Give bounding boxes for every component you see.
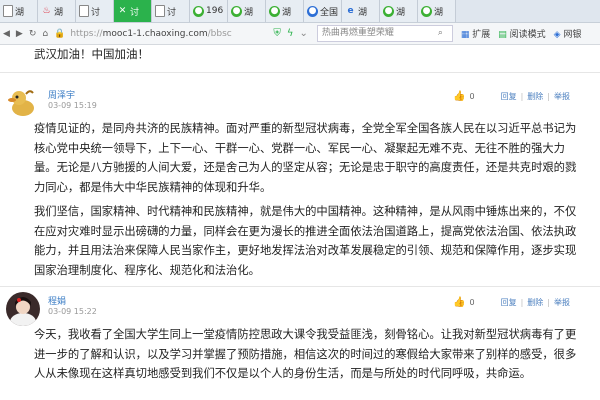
home-icon[interactable]: ⌂: [42, 29, 48, 39]
action-separator: |: [520, 298, 524, 307]
post-paragraph: 疫情见证的，是同舟共济的民族精神。面对严重的新型冠状病毒，全党全军全国各族人民在…: [34, 122, 577, 194]
action-separator: |: [547, 92, 550, 101]
extension-label: 扩展: [472, 30, 491, 40]
tab-label: 讨: [91, 7, 101, 18]
reader-mode-label: 阅读模式: [509, 30, 546, 40]
wx-tab-icon: ●: [269, 5, 280, 17]
post-paragraph: 今天，我收看了全国大学生同上一堂疫情防控思政大课令我受益匪浅，刻骨铭心。让我对新…: [34, 328, 577, 380]
browser-tab[interactable]: ● 湖: [380, 0, 418, 22]
like-icon[interactable]: 👍: [453, 91, 465, 102]
post-date: 03-09 15:22: [48, 307, 97, 316]
netbank-icon: ◈: [553, 30, 561, 40]
avatar[interactable]: [6, 86, 40, 120]
tab-label: 湖: [244, 7, 254, 18]
browser-tab-strip: 湖 ♨ 湖讨 ✕ 讨讨 ● 196 ● 湖 ● 湖 ● 全国 e 湖 ● 湖 ● 湖: [0, 0, 600, 23]
duck-avatar-icon: [6, 86, 40, 120]
tab-label: 湖: [54, 7, 64, 18]
close-icon[interactable]: ✕: [117, 6, 128, 17]
wx-tab-icon: ●: [231, 5, 242, 17]
post-paragraph: 我们坚信，国家精神、时代精神和民族精神，就是伟大的中国精神。这种精神，是从风雨中…: [34, 205, 577, 277]
report-link[interactable]: 举报: [554, 297, 570, 308]
doc-tab-icon: [155, 5, 165, 17]
action-separator: |: [520, 92, 524, 101]
search-input[interactable]: 热曲再燃重塑荣耀 ⌕: [316, 25, 453, 42]
wx-tab-icon: ●: [383, 5, 394, 17]
blue-tab-icon: ●: [307, 5, 318, 17]
tab-label: 湖: [434, 7, 444, 18]
browser-tab[interactable]: e湖: [342, 0, 380, 22]
book-icon: ▤: [498, 30, 507, 40]
netbank-button[interactable]: ◈ 网银: [554, 27, 582, 40]
delete-link[interactable]: 删除: [527, 91, 543, 102]
tab-label: 湖: [15, 7, 25, 18]
tab-label: 湖: [358, 7, 368, 18]
doc-tab-icon: [79, 5, 89, 17]
browser-toolbar: ◀ ▶ ↻ ⌂ 🔒 https://mooc1-1.chaoxing.com/b…: [0, 23, 600, 45]
browser-tab[interactable]: ● 湖: [266, 0, 304, 22]
lightning-icon[interactable]: ϟ: [287, 28, 294, 39]
post-actions: 👍 0 回复 | 删除 | 举报: [453, 91, 570, 102]
tab-label: 196: [206, 6, 224, 16]
back-icon[interactable]: ◀: [3, 29, 10, 39]
doc-tab-icon: [3, 5, 13, 17]
divider: [0, 286, 600, 287]
extension-button[interactable]: ▦ 扩展: [461, 27, 490, 40]
report-link[interactable]: 举报: [554, 91, 570, 102]
browser-tab[interactable]: ● 湖: [228, 0, 266, 22]
tab-label: 湖: [282, 7, 292, 18]
grid-icon: ▦: [460, 30, 470, 40]
discussion-content: 武汉加油！中国加油！ 周泽宇 03-09 15:19 👍 0 回复 | 删除 |…: [0, 44, 600, 400]
wx-tab-icon: ●: [421, 5, 432, 17]
browser-tab[interactable]: ● 湖: [418, 0, 456, 22]
search-icon[interactable]: ⌕: [438, 26, 452, 41]
forward-icon[interactable]: ▶: [16, 29, 23, 39]
tab-label: 讨: [167, 7, 177, 18]
chevron-down-icon[interactable]: ⌄: [299, 28, 307, 39]
reply-link[interactable]: 回复: [501, 297, 517, 308]
search-placeholder: 热曲再燃重塑荣耀: [321, 28, 394, 38]
post-actions: 👍 0 回复 | 删除 | 举报: [453, 297, 570, 308]
post-username[interactable]: 程娟: [48, 294, 66, 307]
previous-post-text: 武汉加油！中国加油！: [34, 47, 149, 61]
post-username[interactable]: 周泽宇: [48, 88, 75, 101]
ie-tab-icon: e: [347, 5, 354, 16]
browser-tab[interactable]: ● 全国: [304, 0, 342, 22]
tab-label: 全国: [320, 7, 338, 18]
browser-tab[interactable]: ♨ 湖: [38, 0, 76, 22]
like-count: 0: [469, 298, 475, 307]
divider: [0, 72, 600, 73]
like-icon[interactable]: 👍: [453, 297, 465, 308]
reply-link[interactable]: 回复: [501, 91, 517, 102]
reader-mode-button[interactable]: ▤ 阅读模式: [498, 27, 545, 40]
browser-tab[interactable]: 讨: [152, 0, 190, 22]
action-separator: |: [547, 298, 550, 307]
shield-icon[interactable]: ⛨: [273, 28, 281, 39]
tab-label: 讨: [130, 7, 140, 18]
browser-tab[interactable]: 湖: [0, 0, 38, 22]
lock-icon: 🔒: [54, 28, 66, 39]
portrait-avatar-icon: [6, 292, 40, 326]
post-date: 03-09 15:19: [48, 101, 97, 110]
netbank-label: 网银: [563, 30, 582, 40]
browser-tab[interactable]: 讨: [76, 0, 114, 22]
red-tab-icon: ♨: [42, 5, 51, 16]
browser-tab[interactable]: ● 196: [190, 0, 228, 22]
wx-tab-icon: ●: [193, 5, 204, 17]
url-host: mooc1-1.chaoxing.com: [102, 28, 208, 39]
tab-label: 湖: [396, 7, 406, 18]
delete-link[interactable]: 删除: [527, 297, 543, 308]
refresh-icon[interactable]: ↻: [29, 29, 37, 39]
browser-tab[interactable]: ✕ 讨: [114, 0, 152, 22]
avatar[interactable]: [6, 292, 40, 326]
like-count: 0: [469, 92, 475, 101]
address-bar[interactable]: https://mooc1-1.chaoxing.com/bbsc: [70, 29, 270, 39]
url-scheme: https://: [70, 28, 103, 39]
url-path: /bbsc: [207, 28, 232, 39]
